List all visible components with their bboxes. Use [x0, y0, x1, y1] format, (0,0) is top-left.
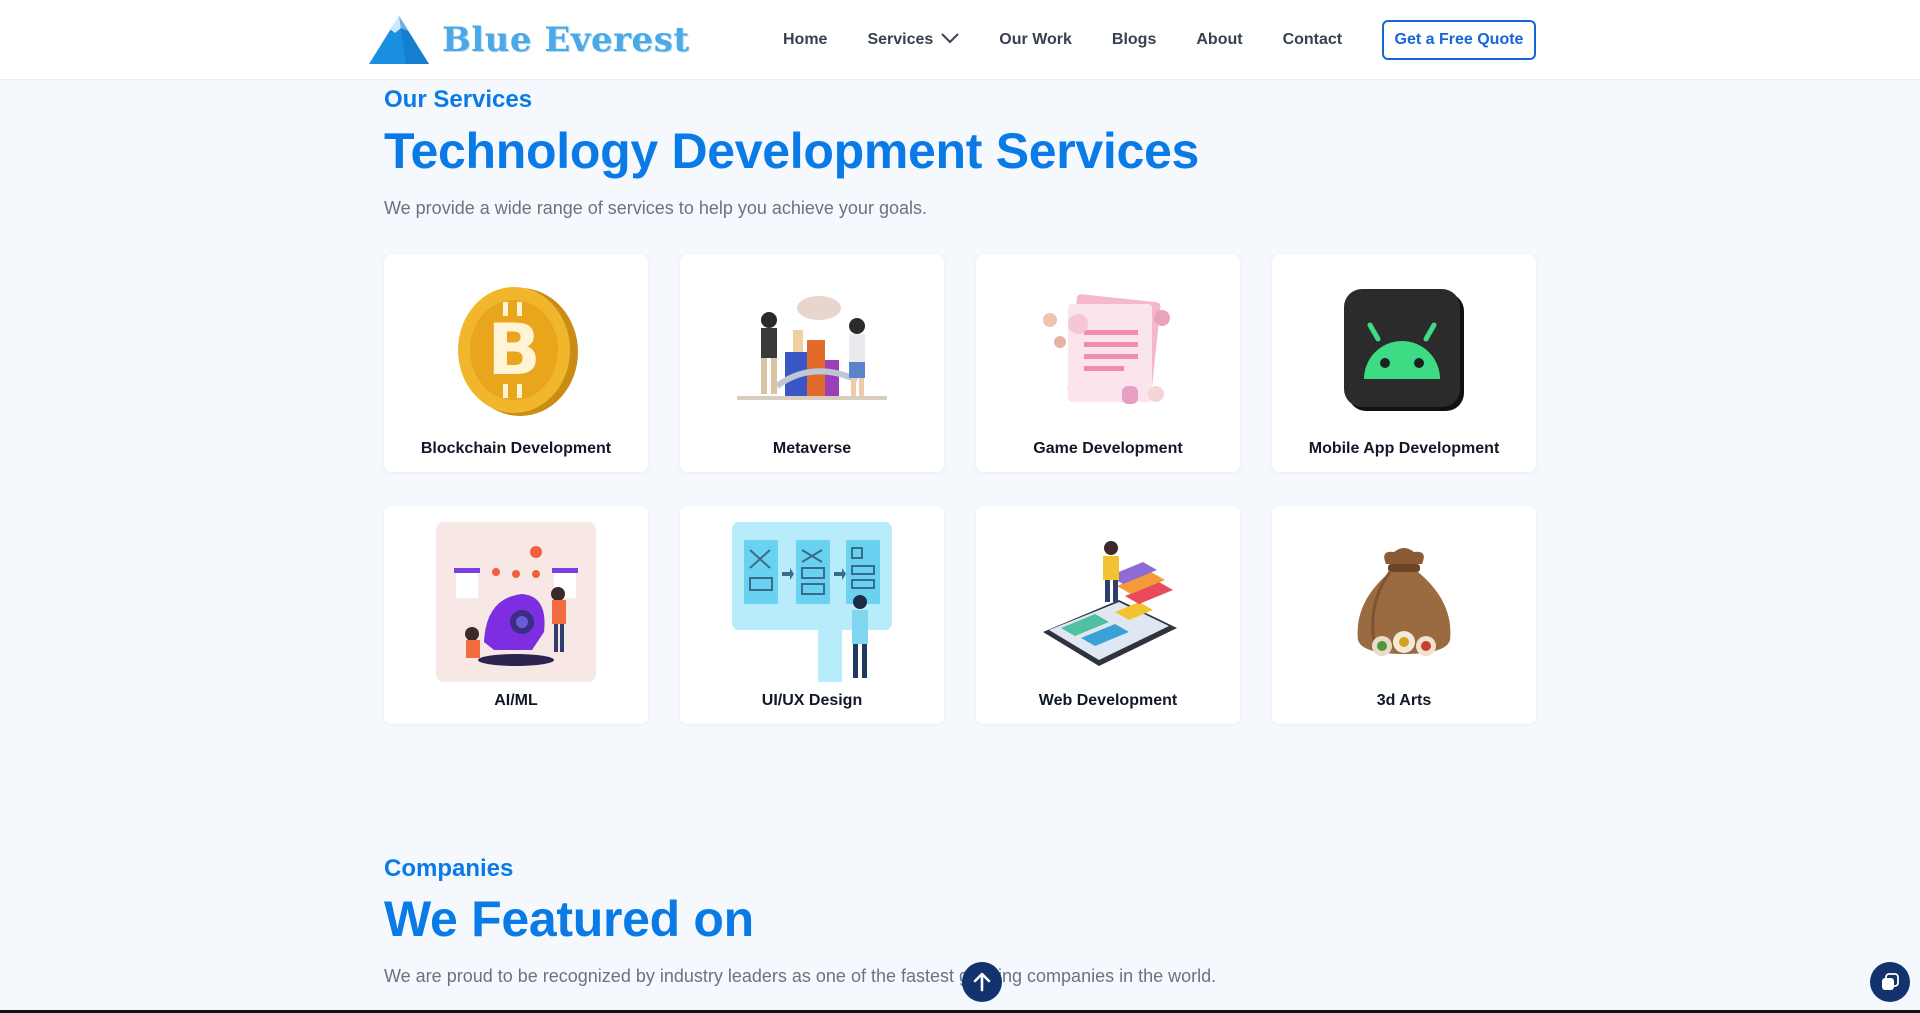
brand-logo[interactable]: Blue Everest: [368, 12, 690, 68]
service-card-label: 3d Arts: [1376, 692, 1432, 709]
chevron-down-icon: [941, 31, 960, 49]
services-title: Technology Development Services: [384, 123, 1200, 179]
get-quote-button[interactable]: Get a Free Quote: [1382, 20, 1536, 60]
service-card-metaverse[interactable]: Metaverse: [680, 254, 944, 472]
service-card-label: Web Development: [1038, 692, 1178, 709]
services-eyebrow: Our Services: [384, 86, 533, 113]
service-card-label: Game Development: [1033, 440, 1183, 457]
ai-robot-illustration: [436, 522, 596, 682]
service-card-label: Metaverse: [772, 440, 852, 457]
android-icon: [1324, 270, 1484, 430]
main-nav: Home Services Our Work Blogs About Conta…: [783, 22, 1382, 58]
mountain-logo-icon: [369, 16, 429, 64]
services-subtitle: We provide a wide range of services to h…: [384, 198, 927, 218]
bitcoin-coin-icon: B: [436, 270, 596, 430]
scroll-to-top-button[interactable]: [962, 962, 1002, 1002]
nav-contact[interactable]: Contact: [1283, 31, 1343, 49]
chat-icon: [1882, 973, 1899, 990]
sack-3d-illustration: [1324, 522, 1484, 682]
service-card-game-development[interactable]: Game Development: [976, 254, 1240, 472]
game-document-illustration: [1028, 270, 1188, 430]
service-card-ai-ml[interactable]: AI/ML: [384, 506, 648, 724]
nav-about[interactable]: About: [1196, 31, 1242, 49]
phone-web-illustration: [1028, 522, 1188, 682]
svg-text:B: B: [487, 309, 540, 391]
service-card-label: UI/UX Design: [761, 692, 863, 709]
service-card-ui-ux[interactable]: UI/UX Design: [680, 506, 944, 724]
wireframe-board-illustration: [732, 522, 892, 682]
nav-home[interactable]: Home: [783, 31, 827, 49]
service-card-label: Blockchain Development: [420, 440, 612, 457]
service-card-label: AI/ML: [494, 692, 538, 709]
service-card-3d-arts[interactable]: 3d Arts: [1272, 506, 1536, 724]
companies-subtitle: We are proud to be recognized by industr…: [384, 966, 1217, 986]
metaverse-illustration: [732, 270, 892, 430]
service-card-label: Mobile App Development: [1308, 440, 1500, 457]
nav-our-work[interactable]: Our Work: [999, 31, 1072, 49]
arrow-up-icon: [973, 972, 991, 992]
service-card-mobile-app[interactable]: Mobile App Development: [1272, 254, 1536, 472]
brand-name: Blue Everest: [442, 20, 690, 60]
service-card-web-development[interactable]: Web Development: [976, 506, 1240, 724]
companies-title: We Featured on: [384, 891, 754, 947]
companies-eyebrow: Companies: [384, 855, 514, 882]
nav-services[interactable]: Services: [867, 31, 960, 49]
chat-widget-button[interactable]: [1870, 962, 1910, 1002]
nav-blogs[interactable]: Blogs: [1112, 31, 1156, 49]
service-card-blockchain[interactable]: B Blockchain Development: [384, 254, 648, 472]
site-header: Blue Everest Home Services Our Work Blog…: [0, 0, 1920, 80]
nav-services-label: Services: [867, 31, 934, 48]
